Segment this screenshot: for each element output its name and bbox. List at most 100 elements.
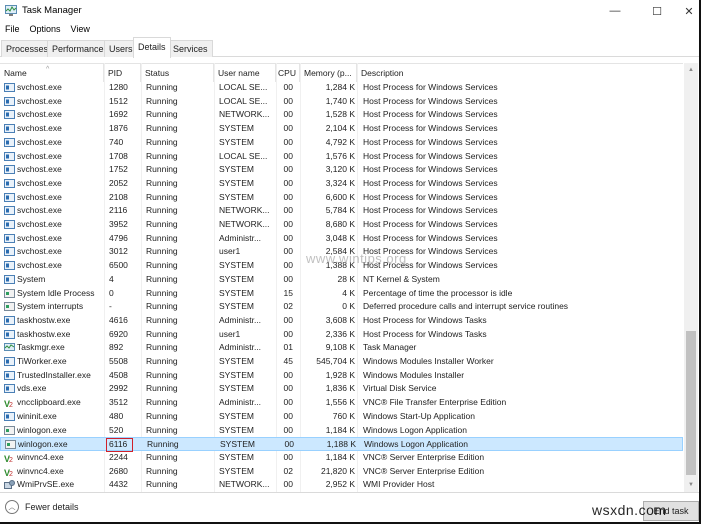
- title-bar: Task Manager — ☐ ✕: [0, 0, 699, 22]
- process-row[interactable]: Taskmgr.exe 892 Running Administr... 01 9,108…: [0, 341, 683, 355]
- column-header-pid[interactable]: PID: [104, 64, 141, 82]
- column-header-status[interactable]: Status: [141, 64, 214, 82]
- memory-cell: 3,324 K: [325, 177, 355, 188]
- process-row[interactable]: svchost.exe 2108 Running SYSTEM 00 6,600 K Hos…: [0, 191, 683, 205]
- tab-processes[interactable]: Processes: [1, 40, 54, 57]
- cpu-cell: 00: [283, 383, 293, 394]
- process-row[interactable]: svchost.exe 1280 Running LOCAL SE... 00 1,284…: [0, 81, 683, 95]
- cpu-cell: 00: [283, 205, 293, 216]
- process-row[interactable]: svchost.exe 2116 Running NETWORK... 00 5,784 …: [0, 204, 683, 218]
- pid-cell: 4508: [109, 369, 128, 380]
- description-cell: Windows Modules Installer Worker: [363, 356, 494, 366]
- description-cell: VNC® Server Enterprise Edition: [363, 451, 485, 462]
- column-header-memory[interactable]: Memory (p...: [300, 64, 357, 82]
- column-header-user[interactable]: User name: [214, 64, 276, 82]
- column-header-name[interactable]: ^ Name: [0, 64, 104, 82]
- pid-cell: 740: [109, 136, 124, 147]
- process-row[interactable]: svchost.exe 3952 Running NETWORK... 00 8,680 …: [0, 218, 683, 232]
- tab-performance[interactable]: Performance: [47, 40, 109, 57]
- service-icon: [4, 384, 15, 394]
- description-cell: Host Process for Windows Services: [363, 136, 498, 147]
- description-cell: Host Process for Windows Services: [363, 95, 498, 106]
- status-cell: Running: [146, 410, 178, 421]
- tab-details[interactable]: Details: [133, 37, 171, 58]
- user-cell: NETWORK...: [219, 479, 270, 490]
- process-name-cell: svchost.exe: [17, 136, 62, 147]
- status-cell: Running: [146, 328, 178, 339]
- description-cell: WMI Provider Host: [363, 479, 435, 490]
- pid-cell: 2116: [109, 205, 128, 216]
- process-row[interactable]: V 2 vncclipboard.exe 3512 Running Administr..…: [0, 396, 683, 410]
- service-icon: [4, 110, 15, 120]
- process-name-cell: svchost.exe: [17, 123, 62, 134]
- status-cell: Running: [146, 191, 178, 202]
- status-cell: Running: [146, 479, 178, 490]
- service-icon: [4, 151, 15, 161]
- column-header-description[interactable]: Description: [357, 64, 683, 82]
- process-row[interactable]: svchost.exe 1708 Running LOCAL SE... 00 1,576…: [0, 150, 683, 164]
- process-row[interactable]: svchost.exe 1752 Running SYSTEM 00 3,120 K Hos…: [0, 163, 683, 177]
- status-cell: Running: [146, 342, 178, 353]
- status-cell: Running: [146, 123, 178, 134]
- process-name-cell: TiWorker.exe: [17, 356, 67, 366]
- scroll-down-arrow-icon[interactable]: ▼: [684, 478, 698, 492]
- close-button[interactable]: ✕: [672, 0, 701, 22]
- scrollbar-thumb[interactable]: [686, 331, 696, 475]
- process-row[interactable]: V 2 winvnc4.exe 2244 Running SYSTEM 00 1,184 K V…: [0, 451, 683, 465]
- process-row[interactable]: svchost.exe 1692 Running NETWORK... 00 1,528 …: [0, 108, 683, 122]
- process-row[interactable]: wininit.exe 480 Running SYSTEM 00 760 K Window…: [0, 410, 683, 424]
- process-row[interactable]: vds.exe 2992 Running SYSTEM 00 1,836 K Virtual…: [0, 382, 683, 396]
- process-row[interactable]: taskhostw.exe 4616 Running Administr... 00 3,…: [0, 314, 683, 328]
- process-row[interactable]: taskhostw.exe 6920 Running user1 00 2,336 K Ho…: [0, 328, 683, 342]
- user-cell: SYSTEM: [219, 287, 254, 298]
- process-row[interactable]: svchost.exe 1512 Running LOCAL SE... 00 1,740…: [0, 95, 683, 109]
- process-row[interactable]: System interrupts - Running SYSTEM 02 0 K Defe…: [0, 300, 683, 314]
- process-row[interactable]: svchost.exe 4796 Running Administr... 00 3,04…: [0, 232, 683, 246]
- memory-cell: 4 K: [342, 287, 355, 298]
- service-icon: [4, 124, 15, 134]
- process-row[interactable]: TrustedInstaller.exe 4508 Running SYSTEM 00 1…: [0, 369, 683, 383]
- status-cell: Running: [146, 219, 178, 229]
- process-row[interactable]: svchost.exe 2052 Running SYSTEM 00 3,324 K Hos…: [0, 177, 683, 191]
- process-row[interactable]: System Idle Process 0 Running SYSTEM 15 4 K Pe…: [0, 287, 683, 301]
- menu-view[interactable]: View: [66, 22, 95, 37]
- cpu-cell: 00: [283, 136, 293, 147]
- process-row[interactable]: svchost.exe 1876 Running SYSTEM 00 2,104 K Hos…: [0, 122, 683, 136]
- description-cell: Percentage of time the processor is idle: [363, 287, 513, 298]
- tab-services[interactable]: Services: [168, 40, 213, 57]
- menu-options[interactable]: Options: [25, 22, 66, 37]
- minimize-button[interactable]: —: [598, 0, 632, 22]
- process-name-cell: vncclipboard.exe: [17, 397, 81, 408]
- service-icon: [4, 329, 15, 339]
- process-row[interactable]: TiWorker.exe 5508 Running SYSTEM 45 545,704 K…: [0, 355, 683, 369]
- memory-cell: 2,952 K: [325, 479, 355, 490]
- minimize-icon: —: [609, 5, 621, 17]
- process-row[interactable]: winlogon.exe 6116 Running SYSTEM 00 1,188 K Wi…: [0, 437, 683, 452]
- description-cell: NT Kernel & System: [363, 273, 440, 284]
- memory-cell: 4,792 K: [325, 136, 355, 147]
- process-row[interactable]: winlogon.exe 520 Running SYSTEM 00 1,184 K Win…: [0, 424, 683, 438]
- process-row[interactable]: WmiPrvSE.exe 4432 Running NETWORK... 00 2,952…: [0, 478, 683, 492]
- process-row[interactable]: svchost.exe 740 Running SYSTEM 00 4,792 K Host…: [0, 136, 683, 150]
- scroll-up-arrow-icon[interactable]: ▲: [684, 63, 698, 77]
- cpu-cell: 00: [283, 123, 293, 134]
- service-icon: [4, 411, 15, 421]
- status-cell: Running: [146, 369, 178, 380]
- description-cell: Host Process for Windows Services: [363, 205, 498, 216]
- status-cell: Running: [146, 451, 178, 462]
- memory-cell: 1,928 K: [325, 369, 355, 380]
- process-name-cell: winlogon.exe: [17, 424, 67, 435]
- description-cell: Host Process for Windows Services: [363, 246, 498, 257]
- process-row[interactable]: V 2 winvnc4.exe 2680 Running SYSTEM 02 21,820 K…: [0, 465, 683, 479]
- task-manager-window: Task Manager — ☐ ✕ File Options View Pro…: [0, 0, 701, 524]
- pid-cell: 2108: [109, 191, 128, 202]
- menu-file[interactable]: File: [0, 22, 25, 37]
- column-header-cpu[interactable]: CPU: [276, 64, 300, 82]
- description-cell: Windows Modules Installer: [363, 369, 465, 380]
- cpu-cell: 00: [283, 109, 293, 120]
- maximize-button[interactable]: ☐: [640, 0, 674, 22]
- menu-bar: File Options View: [0, 22, 95, 37]
- vertical-scrollbar[interactable]: ▲ ▼: [684, 63, 698, 492]
- fewer-details-button[interactable]: ︿ Fewer details: [5, 500, 79, 514]
- process-row[interactable]: System 4 Running SYSTEM 00 28 K NT Kernel & Sy…: [0, 273, 683, 287]
